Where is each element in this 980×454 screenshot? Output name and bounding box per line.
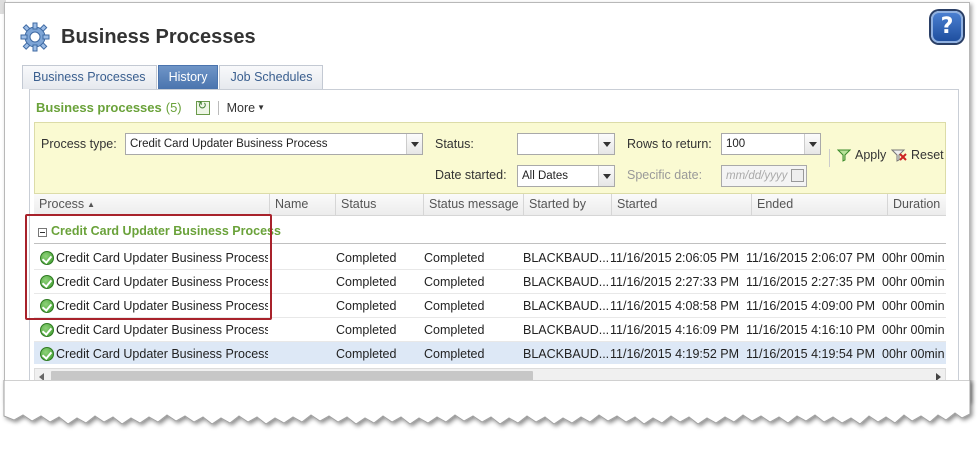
panel-header: Business processes (5) More▼	[36, 99, 265, 116]
cell-started: 11/16/2015 2:06:05 PM	[610, 251, 740, 265]
annotation-highlight-box	[25, 214, 272, 320]
specific-date-label: Specific date:	[627, 168, 703, 182]
cell-process: Credit Card Updater Business Process	[56, 347, 268, 361]
tab-job-schedules[interactable]: Job Schedules	[219, 65, 324, 89]
panel-count: (5)	[165, 100, 182, 115]
apply-button[interactable]: Apply	[837, 148, 886, 162]
cell-started: 11/16/2015 4:19:52 PM	[610, 347, 740, 361]
process-type-select[interactable]: Credit Card Updater Business Process	[125, 133, 423, 155]
cell-status: Completed	[336, 275, 397, 289]
cell-ended: 11/16/2015 4:19:54 PM	[746, 347, 876, 361]
cell-ended: 11/16/2015 4:09:00 PM	[746, 299, 876, 313]
torn-edge	[3, 380, 971, 425]
filter-funnel-icon	[837, 149, 851, 162]
check-circle-icon	[40, 347, 54, 361]
sort-ascending-icon: ▲	[87, 200, 96, 209]
cell-duration: 00hr 00min	[882, 299, 945, 313]
cell-name	[274, 270, 334, 294]
specific-date-input[interactable]: mm/dd/yyyy	[721, 165, 807, 187]
column-header-name[interactable]: Name	[270, 194, 336, 216]
help-icon[interactable]: ?	[931, 11, 963, 43]
cell-ended: 11/16/2015 2:27:35 PM	[746, 275, 876, 289]
cell-started-by: BLACKBAUD...	[523, 323, 610, 337]
cell-started-by: BLACKBAUD...	[523, 299, 610, 313]
chevron-down-icon[interactable]	[406, 134, 422, 154]
cell-ended: 11/16/2015 2:06:07 PM	[746, 251, 876, 265]
table-row[interactable]: Credit Card Updater Business Process Comp…	[34, 318, 946, 342]
grid-header: Process ▲ Name Status Status message Star…	[34, 194, 946, 216]
calendar-icon[interactable]	[791, 169, 804, 182]
status-select[interactable]	[517, 133, 615, 155]
process-type-value: Credit Card Updater Business Process	[130, 138, 328, 150]
apply-label: Apply	[855, 148, 887, 162]
cell-status: Completed	[336, 347, 397, 361]
rows-to-return-label: Rows to return:	[627, 137, 712, 151]
cell-started-by: BLACKBAUD...	[523, 347, 610, 361]
cell-status-message: Completed	[424, 251, 485, 265]
more-menu-button[interactable]: More ▼	[227, 101, 265, 115]
column-header-process[interactable]: Process ▲	[34, 194, 270, 216]
table-row[interactable]: Credit Card Updater Business Process Comp…	[34, 342, 946, 364]
chevron-down-icon[interactable]	[598, 166, 614, 186]
toolbar-divider	[217, 100, 219, 115]
cell-status-message: Completed	[424, 299, 485, 313]
reset-label: Reset	[911, 148, 944, 162]
cell-started: 11/16/2015 2:27:33 PM	[610, 275, 740, 289]
cell-started: 11/16/2015 4:16:09 PM	[610, 323, 740, 337]
cell-status: Completed	[336, 251, 397, 265]
date-started-select[interactable]: All Dates	[517, 165, 615, 187]
more-label: More	[226, 100, 256, 115]
column-header-duration[interactable]: Duration	[888, 194, 946, 216]
cell-process: Credit Card Updater Business Process	[56, 323, 268, 337]
caret-down-icon: ▼	[257, 102, 266, 112]
cell-ended: 11/16/2015 4:16:10 PM	[746, 323, 876, 337]
cell-name	[274, 294, 334, 318]
cell-duration: 00hr 00min	[882, 251, 945, 265]
cell-name	[274, 342, 334, 364]
reset-button[interactable]: Reset	[891, 148, 944, 162]
date-started-value: All Dates	[522, 170, 569, 182]
cell-status: Completed	[336, 299, 397, 313]
refresh-icon[interactable]	[195, 99, 210, 115]
date-started-label: Date started:	[435, 168, 507, 182]
app-window: Business Processes ? Business Processes …	[4, 2, 970, 402]
filter-bar: Process type: Credit Card Updater Busine…	[34, 122, 946, 194]
cell-started: 11/16/2015 4:08:58 PM	[610, 299, 740, 313]
rows-to-return-value: 100	[726, 138, 746, 150]
cell-status-message: Completed	[424, 275, 485, 289]
cell-duration: 00hr 00min	[882, 347, 945, 361]
tab-business-processes[interactable]: Business Processes	[22, 65, 157, 89]
rows-to-return-select[interactable]: 100	[721, 133, 821, 155]
page-header: Business Processes	[19, 17, 256, 57]
cell-name	[274, 246, 334, 270]
gear-process-icon	[20, 22, 50, 52]
tab-history[interactable]: History	[157, 65, 219, 89]
page-title: Business Processes	[61, 25, 256, 48]
cell-duration: 00hr 00min	[882, 323, 945, 337]
filter-divider	[829, 149, 830, 167]
check-circle-icon	[40, 323, 54, 337]
filter-reset-icon	[891, 149, 907, 162]
column-header-status-message[interactable]: Status message	[424, 194, 524, 216]
cell-started-by: BLACKBAUD...	[523, 275, 610, 289]
column-header-status[interactable]: Status	[336, 194, 424, 216]
process-type-label: Process type:	[41, 137, 117, 151]
cell-status-message: Completed	[424, 323, 485, 337]
column-header-started[interactable]: Started	[612, 194, 752, 216]
column-header-ended[interactable]: Ended	[752, 194, 888, 216]
specific-date-placeholder: mm/dd/yyyy	[726, 170, 788, 182]
status-label: Status:	[435, 137, 474, 151]
cell-duration: 00hr 00min	[882, 275, 945, 289]
cell-status: Completed	[336, 323, 397, 337]
cell-name	[274, 318, 334, 342]
cell-status-message: Completed	[424, 347, 485, 361]
panel-title: Business processes	[36, 100, 162, 115]
chevron-down-icon[interactable]	[598, 134, 614, 154]
chevron-down-icon[interactable]	[804, 134, 820, 154]
cell-started-by: BLACKBAUD...	[523, 251, 610, 265]
column-header-started-by[interactable]: Started by	[524, 194, 612, 216]
tab-bar: Business Processes History Job Schedules	[22, 65, 324, 89]
